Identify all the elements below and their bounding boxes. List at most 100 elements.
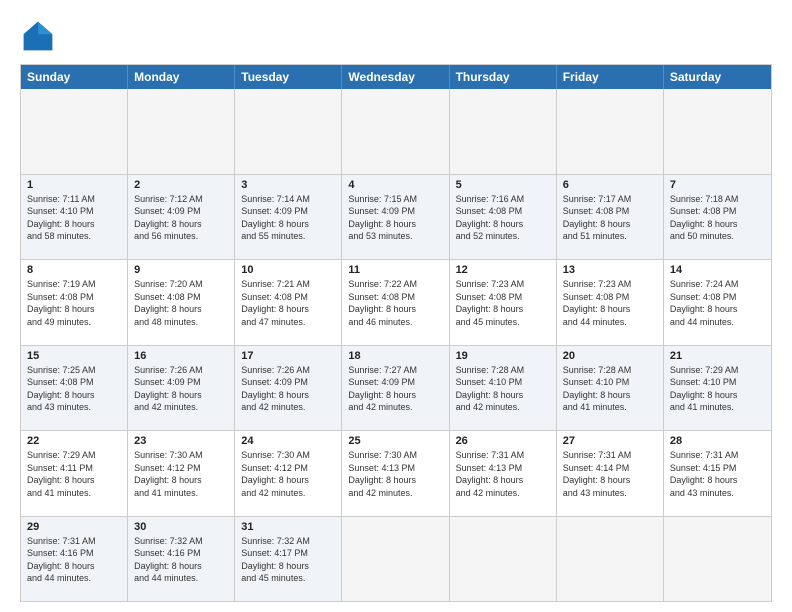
cell-info: Sunrise: 7:22 AM Sunset: 4:08 PM Dayligh… (348, 278, 442, 328)
calendar-cell: 12Sunrise: 7:23 AM Sunset: 4:08 PM Dayli… (450, 260, 557, 345)
day-number: 8 (27, 264, 121, 276)
calendar-cell (450, 517, 557, 602)
calendar-cell: 23Sunrise: 7:30 AM Sunset: 4:12 PM Dayli… (128, 431, 235, 516)
header (20, 18, 772, 54)
day-number: 28 (670, 435, 765, 447)
cell-info: Sunrise: 7:27 AM Sunset: 4:09 PM Dayligh… (348, 364, 442, 414)
calendar-cell: 15 Sunrise: 7:25 AM Sunset: 4:08 PM Dayli… (21, 346, 128, 431)
header-day-friday: Friday (557, 65, 664, 89)
day-number: 23 (134, 435, 228, 447)
cell-info: Sunrise: 7:16 AM Sunset: 4:08 PM Dayligh… (456, 193, 550, 243)
cell-info: Sunrise: 7:31 AM Sunset: 4:15 PM Dayligh… (670, 449, 765, 499)
calendar-cell: 19 Sunrise: 7:28 AM Sunset: 4:10 PM Dayli… (450, 346, 557, 431)
cell-info: Sunrise: 7:26 AM Sunset: 4:09 PM Dayligh… (134, 364, 228, 414)
cell-info: Sunrise: 7:30 AM Sunset: 4:13 PM Dayligh… (348, 449, 442, 499)
day-number: 5 (456, 179, 550, 191)
day-number: 11 (348, 264, 442, 276)
calendar-cell (235, 89, 342, 174)
logo-icon (20, 18, 56, 54)
calendar-header: SundayMondayTuesdayWednesdayThursdayFrid… (21, 65, 771, 89)
cell-info: Sunrise: 7:25 AM Sunset: 4:08 PM Dayligh… (27, 364, 121, 414)
calendar-row-1: 1 Sunrise: 7:11 AM Sunset: 4:10 PM Daylig… (21, 174, 771, 260)
day-number: 18 (348, 350, 442, 362)
logo (20, 18, 62, 54)
day-number: 24 (241, 435, 335, 447)
cell-info: Sunrise: 7:32 AM Sunset: 4:16 PM Dayligh… (134, 535, 228, 585)
calendar-cell: 31 Sunrise: 7:32 AM Sunset: 4:17 PM Dayli… (235, 517, 342, 602)
cell-info: Sunrise: 7:29 AM Sunset: 4:10 PM Dayligh… (670, 364, 765, 414)
day-number: 10 (241, 264, 335, 276)
cell-info: Sunrise: 7:28 AM Sunset: 4:10 PM Dayligh… (456, 364, 550, 414)
calendar-cell: 22Sunrise: 7:29 AM Sunset: 4:11 PM Dayli… (21, 431, 128, 516)
calendar-cell: 26Sunrise: 7:31 AM Sunset: 4:13 PM Dayli… (450, 431, 557, 516)
calendar-cell: 9 Sunrise: 7:20 AM Sunset: 4:08 PM Daylig… (128, 260, 235, 345)
calendar-cell: 21Sunrise: 7:29 AM Sunset: 4:10 PM Dayli… (664, 346, 771, 431)
calendar-row-0 (21, 89, 771, 174)
cell-info: Sunrise: 7:32 AM Sunset: 4:17 PM Dayligh… (241, 535, 335, 585)
day-number: 7 (670, 179, 765, 191)
day-number: 30 (134, 521, 228, 533)
calendar-cell (557, 89, 664, 174)
calendar-cell: 27 Sunrise: 7:31 AM Sunset: 4:14 PM Dayli… (557, 431, 664, 516)
cell-info: Sunrise: 7:31 AM Sunset: 4:16 PM Dayligh… (27, 535, 121, 585)
cell-info: Sunrise: 7:28 AM Sunset: 4:10 PM Dayligh… (563, 364, 657, 414)
calendar-cell (128, 89, 235, 174)
cell-info: Sunrise: 7:23 AM Sunset: 4:08 PM Dayligh… (456, 278, 550, 328)
calendar-cell: 16 Sunrise: 7:26 AM Sunset: 4:09 PM Dayli… (128, 346, 235, 431)
calendar-cell: 17Sunrise: 7:26 AM Sunset: 4:09 PM Dayli… (235, 346, 342, 431)
calendar-cell (342, 517, 449, 602)
cell-info: Sunrise: 7:11 AM Sunset: 4:10 PM Dayligh… (27, 193, 121, 243)
day-number: 19 (456, 350, 550, 362)
cell-info: Sunrise: 7:17 AM Sunset: 4:08 PM Dayligh… (563, 193, 657, 243)
calendar-cell (664, 89, 771, 174)
header-day-saturday: Saturday (664, 65, 771, 89)
cell-info: Sunrise: 7:31 AM Sunset: 4:14 PM Dayligh… (563, 449, 657, 499)
calendar-cell (557, 517, 664, 602)
day-number: 13 (563, 264, 657, 276)
day-number: 9 (134, 264, 228, 276)
cell-info: Sunrise: 7:24 AM Sunset: 4:08 PM Dayligh… (670, 278, 765, 328)
cell-info: Sunrise: 7:12 AM Sunset: 4:09 PM Dayligh… (134, 193, 228, 243)
day-number: 16 (134, 350, 228, 362)
calendar-cell: 6Sunrise: 7:17 AM Sunset: 4:08 PM Daylig… (557, 175, 664, 260)
cell-info: Sunrise: 7:30 AM Sunset: 4:12 PM Dayligh… (241, 449, 335, 499)
header-day-tuesday: Tuesday (235, 65, 342, 89)
calendar-cell: 24 Sunrise: 7:30 AM Sunset: 4:12 PM Dayli… (235, 431, 342, 516)
calendar-cell: 3 Sunrise: 7:14 AM Sunset: 4:09 PM Daylig… (235, 175, 342, 260)
calendar-row-4: 22Sunrise: 7:29 AM Sunset: 4:11 PM Dayli… (21, 430, 771, 516)
day-number: 27 (563, 435, 657, 447)
calendar-cell: 5 Sunrise: 7:16 AM Sunset: 4:08 PM Daylig… (450, 175, 557, 260)
calendar-cell: 29Sunrise: 7:31 AM Sunset: 4:16 PM Dayli… (21, 517, 128, 602)
day-number: 1 (27, 179, 121, 191)
cell-info: Sunrise: 7:18 AM Sunset: 4:08 PM Dayligh… (670, 193, 765, 243)
day-number: 2 (134, 179, 228, 191)
cell-info: Sunrise: 7:21 AM Sunset: 4:08 PM Dayligh… (241, 278, 335, 328)
header-day-sunday: Sunday (21, 65, 128, 89)
calendar-cell: 7 Sunrise: 7:18 AM Sunset: 4:08 PM Daylig… (664, 175, 771, 260)
day-number: 4 (348, 179, 442, 191)
calendar-cell: 13 Sunrise: 7:23 AM Sunset: 4:08 PM Dayli… (557, 260, 664, 345)
cell-info: Sunrise: 7:23 AM Sunset: 4:08 PM Dayligh… (563, 278, 657, 328)
day-number: 31 (241, 521, 335, 533)
calendar-cell: 10 Sunrise: 7:21 AM Sunset: 4:08 PM Dayli… (235, 260, 342, 345)
cell-info: Sunrise: 7:26 AM Sunset: 4:09 PM Dayligh… (241, 364, 335, 414)
calendar: SundayMondayTuesdayWednesdayThursdayFrid… (20, 64, 772, 602)
day-number: 20 (563, 350, 657, 362)
header-day-thursday: Thursday (450, 65, 557, 89)
day-number: 26 (456, 435, 550, 447)
cell-info: Sunrise: 7:14 AM Sunset: 4:09 PM Dayligh… (241, 193, 335, 243)
calendar-cell (664, 517, 771, 602)
calendar-cell: 2 Sunrise: 7:12 AM Sunset: 4:09 PM Daylig… (128, 175, 235, 260)
calendar-cell: 4 Sunrise: 7:15 AM Sunset: 4:09 PM Daylig… (342, 175, 449, 260)
day-number: 14 (670, 264, 765, 276)
calendar-row-3: 15 Sunrise: 7:25 AM Sunset: 4:08 PM Dayli… (21, 345, 771, 431)
calendar-row-2: 8Sunrise: 7:19 AM Sunset: 4:08 PM Daylig… (21, 259, 771, 345)
day-number: 15 (27, 350, 121, 362)
page: SundayMondayTuesdayWednesdayThursdayFrid… (0, 0, 792, 612)
calendar-cell: 20 Sunrise: 7:28 AM Sunset: 4:10 PM Dayli… (557, 346, 664, 431)
calendar-cell: 11 Sunrise: 7:22 AM Sunset: 4:08 PM Dayli… (342, 260, 449, 345)
cell-info: Sunrise: 7:15 AM Sunset: 4:09 PM Dayligh… (348, 193, 442, 243)
day-number: 3 (241, 179, 335, 191)
calendar-cell: 8Sunrise: 7:19 AM Sunset: 4:08 PM Daylig… (21, 260, 128, 345)
cell-info: Sunrise: 7:20 AM Sunset: 4:08 PM Dayligh… (134, 278, 228, 328)
